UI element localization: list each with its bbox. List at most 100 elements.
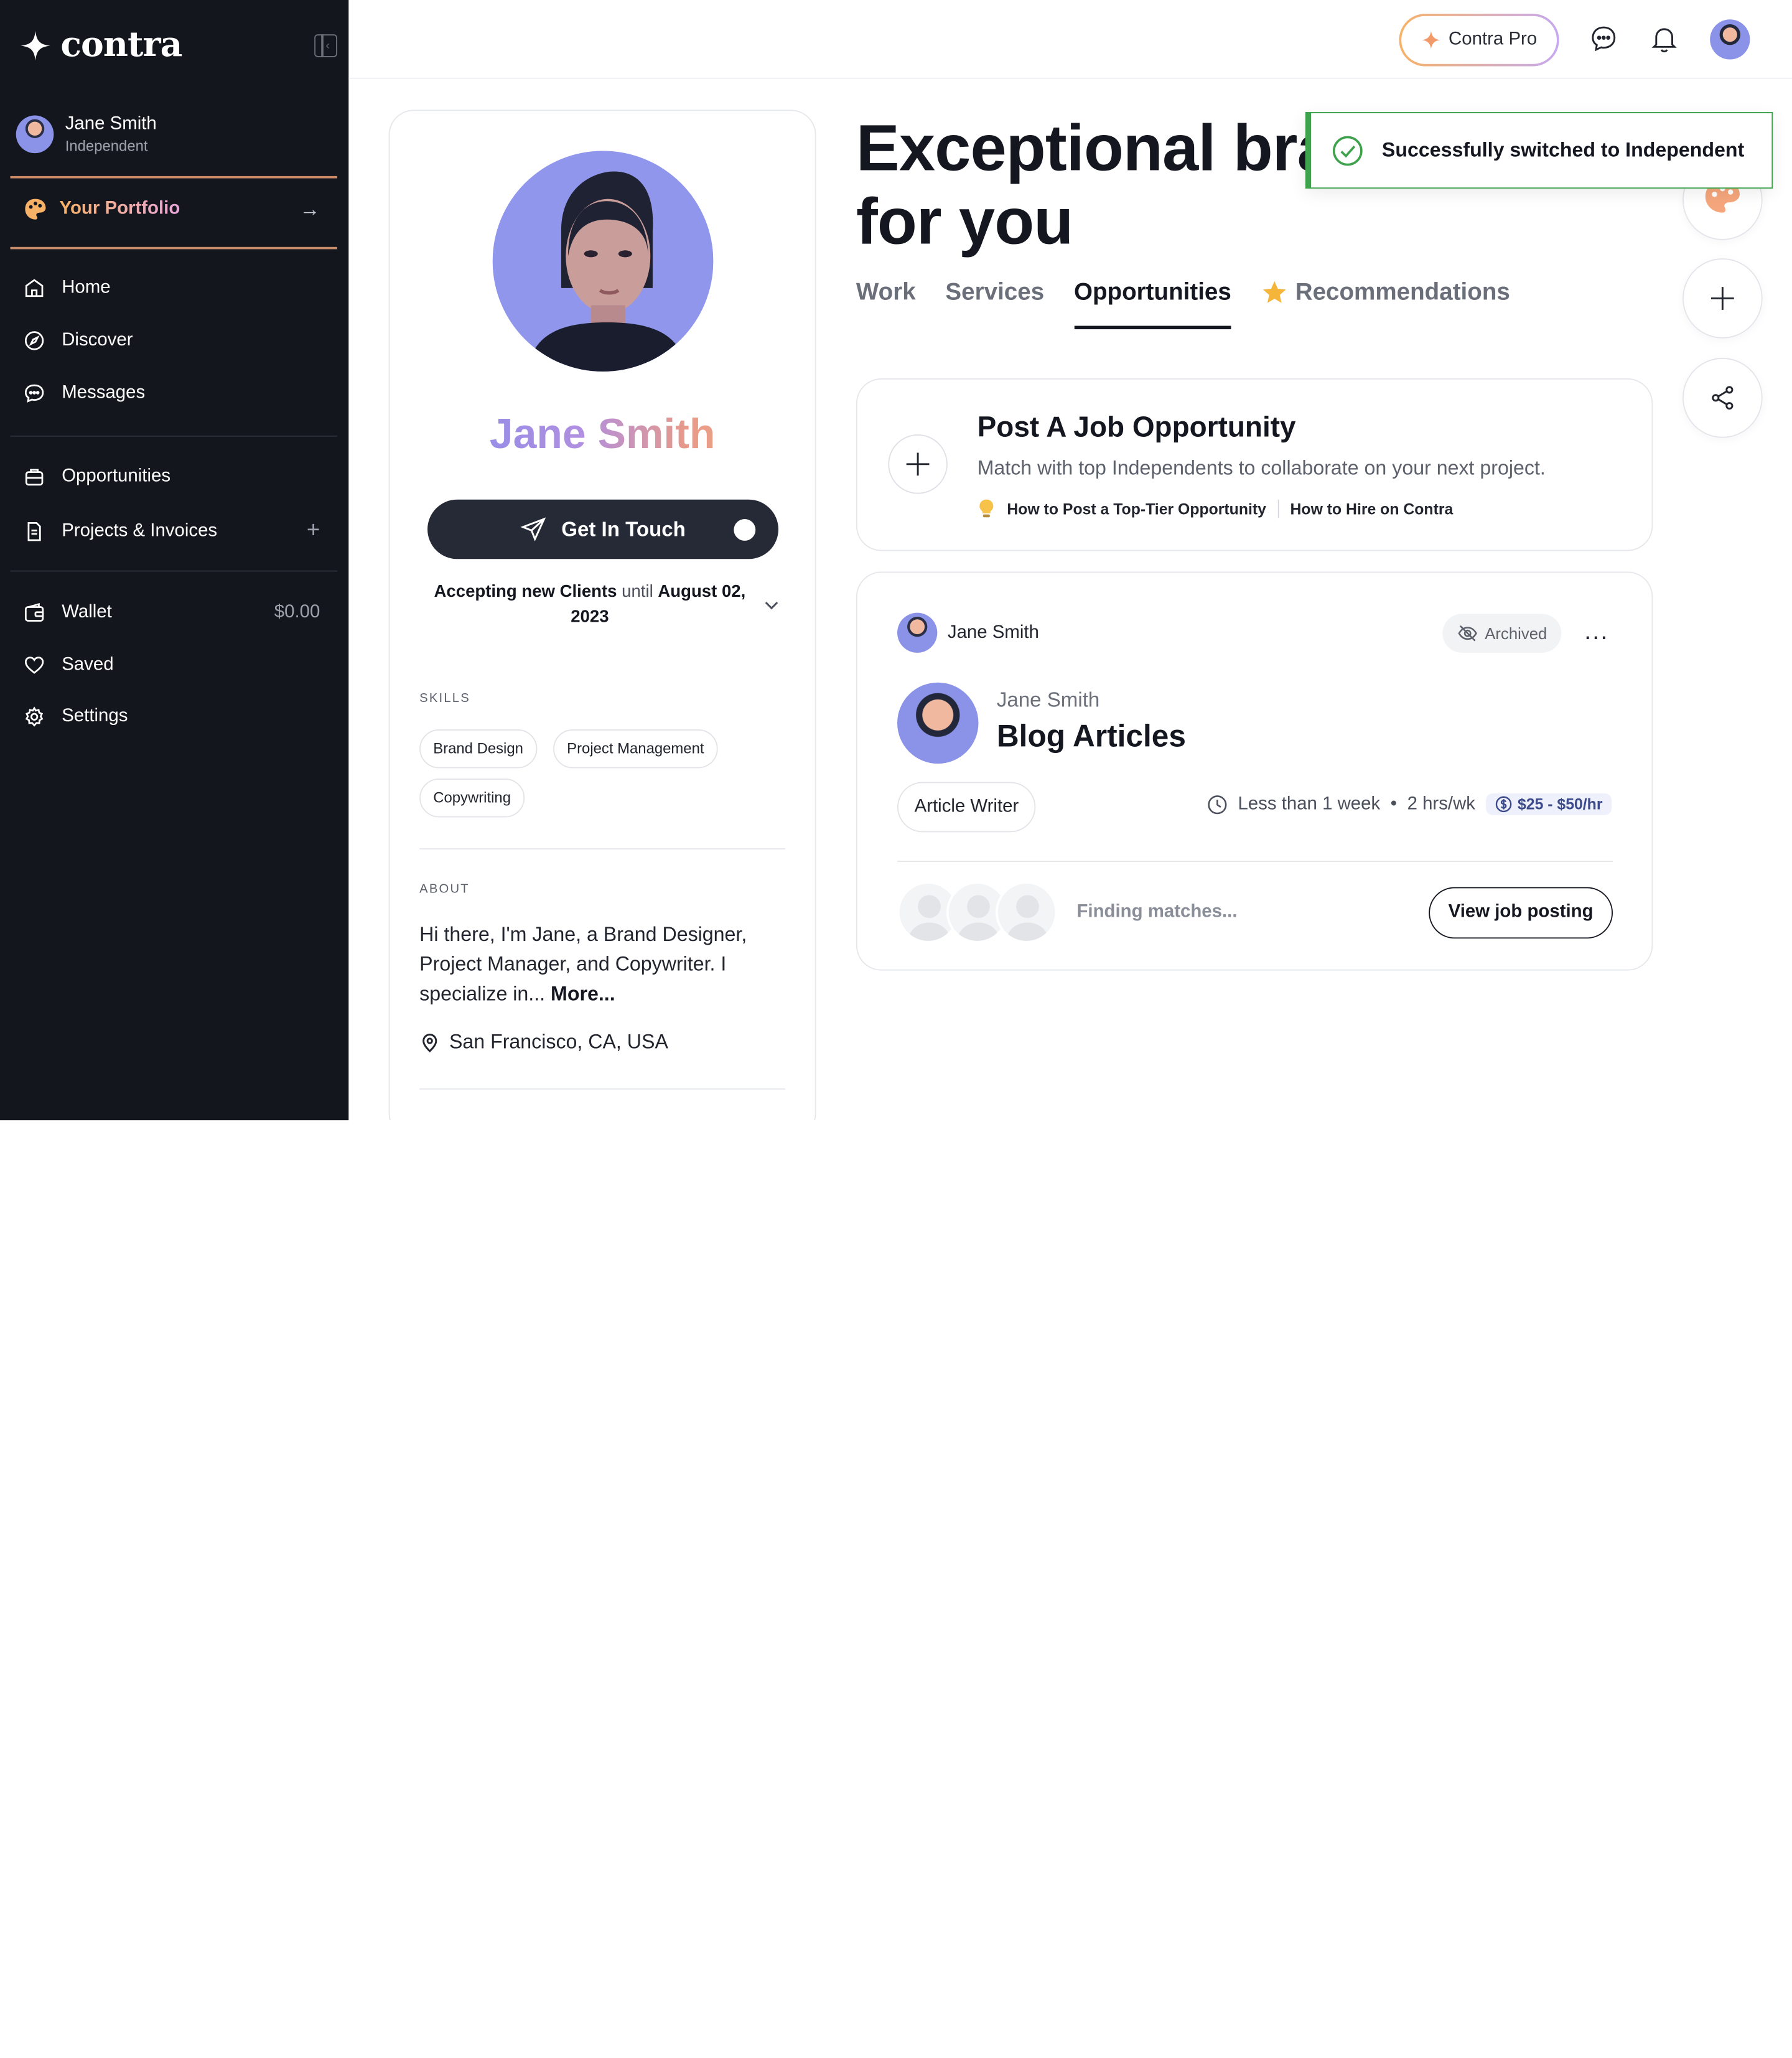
profile-name: Jane Smith <box>390 410 814 458</box>
sidebar-user-name: Jane Smith <box>65 114 157 134</box>
compass-icon <box>24 331 44 350</box>
how-to-hire-link[interactable]: How to Hire on Contra <box>1290 500 1454 518</box>
job-duration: Less than 1 week <box>1238 793 1381 814</box>
divider <box>10 570 337 572</box>
get-in-touch-label: Get In Touch <box>561 517 686 540</box>
clock-icon <box>1208 795 1227 814</box>
divider <box>419 1088 786 1090</box>
tab-recommendations-label: Recommendations <box>1295 279 1510 306</box>
chevron-down-icon[interactable] <box>762 596 780 614</box>
view-job-posting-button[interactable]: View job posting <box>1429 887 1613 939</box>
sidebar-item-label: Home <box>62 278 111 297</box>
portrait-image <box>492 151 714 372</box>
post-job-links: How to Post a Top-Tier Opportunity How t… <box>978 498 1454 519</box>
collapse-sidebar-icon[interactable]: ‹ <box>314 34 337 57</box>
add-fab[interactable] <box>1682 258 1763 339</box>
hero-line-1: Exceptional bra <box>856 112 1333 185</box>
job-owner: Jane Smith <box>897 612 1039 653</box>
bell-icon[interactable] <box>1648 23 1680 55</box>
messages-icon[interactable] <box>1588 23 1620 55</box>
get-in-touch-button[interactable]: Get In Touch <box>427 499 778 559</box>
profile-photo <box>492 151 714 372</box>
sidebar-item-label: Wallet <box>62 602 112 622</box>
add-job-button[interactable] <box>888 434 948 494</box>
chat-icon <box>24 384 44 403</box>
contra-logo[interactable]: contra <box>19 25 182 65</box>
availability-text: Accepting new Clients until August 02, 2… <box>418 579 761 630</box>
sidebar: contra ‹ Jane Smith Independent Your Por… <box>0 0 349 1121</box>
more-options-icon[interactable]: ... <box>1584 616 1608 646</box>
post-job-card[interactable]: Post A Job Opportunity Match with top In… <box>856 378 1653 551</box>
about-text: Hi there, I'm Jane, a Brand Designer, Pr… <box>419 919 773 1008</box>
skill-chip[interactable]: Brand Design <box>419 729 537 769</box>
job-avatar <box>897 682 979 764</box>
paper-plane-icon <box>520 517 546 541</box>
avatar <box>16 115 54 154</box>
profile-card: Jane Smith Get In Touch Accepting new Cl… <box>388 110 816 1121</box>
tab-opportunities[interactable]: Opportunities <box>1073 279 1231 330</box>
contra-pro-button[interactable]: Contra Pro <box>1399 14 1559 67</box>
map-pin-icon <box>422 1033 437 1052</box>
palette-icon <box>25 199 46 220</box>
sidebar-item-label: Messages <box>62 383 146 403</box>
heart-icon <box>24 657 44 674</box>
about-label: ABOUT <box>419 882 470 897</box>
sidebar-item-saved[interactable]: Saved <box>23 654 320 677</box>
portfolio-label: Your Portfolio <box>59 199 180 218</box>
rate-badge: $25 - $50/hr <box>1485 793 1612 815</box>
about-more-link[interactable]: More... <box>551 982 615 1005</box>
sidebar-item-wallet[interactable]: Wallet $0.00 <box>23 601 320 624</box>
wallet-icon <box>24 603 44 622</box>
sidebar-item-projects[interactable]: Projects & Invoices + <box>23 518 320 544</box>
job-posting-card[interactable]: Jane Smith Archived ... Jane Smith Blog … <box>856 571 1653 971</box>
profile-tabs: Work Services Opportunities Recommendati… <box>856 279 1510 330</box>
document-icon <box>27 522 41 541</box>
divider <box>10 435 337 437</box>
skills-label: SKILLS <box>419 691 470 706</box>
arrow-right-icon: → <box>299 197 320 220</box>
sidebar-item-messages[interactable]: Messages <box>23 382 320 405</box>
sidebar-item-discover[interactable]: Discover <box>23 329 320 352</box>
divider <box>1277 499 1279 518</box>
tab-services[interactable]: Services <box>945 279 1044 329</box>
sidebar-user-status: Independent <box>65 137 148 154</box>
avatar <box>897 612 938 653</box>
plus-icon <box>1710 287 1734 310</box>
logo-text: contra <box>60 25 182 65</box>
star-icon <box>1263 281 1287 303</box>
profile-avatar-button[interactable] <box>1710 19 1750 60</box>
toast-message: Successfully switched to Independent <box>1381 138 1745 162</box>
tab-recommendations[interactable]: Recommendations <box>1261 279 1510 329</box>
contra-pro-label: Contra Pro <box>1449 29 1538 49</box>
post-job-subtitle: Match with top Independents to collabora… <box>977 456 1546 479</box>
sidebar-item-opportunities[interactable]: Opportunities <box>23 465 320 489</box>
success-toast: Successfully switched to Independent <box>1305 112 1773 189</box>
sidebar-item-home[interactable]: Home <box>23 277 320 300</box>
your-portfolio-link[interactable]: Your Portfolio → <box>23 197 320 222</box>
hero-line-2: for you <box>856 185 1073 259</box>
location-text: San Francisco, CA, USA <box>449 1030 668 1053</box>
sidebar-item-settings[interactable]: Settings <box>23 705 320 728</box>
dollar-circle-icon <box>1495 796 1511 813</box>
share-fab[interactable] <box>1682 357 1763 438</box>
eye-off-icon <box>1458 625 1477 642</box>
briefcase-icon <box>25 469 44 486</box>
tab-work[interactable]: Work <box>856 279 916 329</box>
sidebar-item-label: Settings <box>62 706 128 726</box>
job-hours: 2 hrs/wk <box>1407 793 1476 814</box>
gear-icon <box>25 706 44 727</box>
job-meta: Less than 1 week • 2 hrs/wk $25 - $50/hr <box>1207 793 1612 815</box>
skill-chip[interactable]: Project Management <box>553 729 718 769</box>
role-chip: Article Writer <box>897 782 1036 833</box>
profile-first-name: Jane <box>489 410 586 457</box>
skill-chip[interactable]: Copywriting <box>419 778 525 818</box>
how-to-post-link[interactable]: How to Post a Top-Tier Opportunity <box>1007 500 1266 518</box>
status-badge: Archived <box>1442 614 1562 653</box>
page-title: Exceptional bra for you <box>856 112 1333 258</box>
profile-last-name: Smith <box>597 410 716 457</box>
sidebar-user[interactable]: Jane Smith Independent <box>16 115 157 154</box>
sidebar-item-label: Opportunities <box>62 466 171 486</box>
share-icon <box>1712 386 1734 410</box>
add-project-button[interactable]: + <box>307 518 320 544</box>
sparkle-logo-icon <box>21 30 50 60</box>
